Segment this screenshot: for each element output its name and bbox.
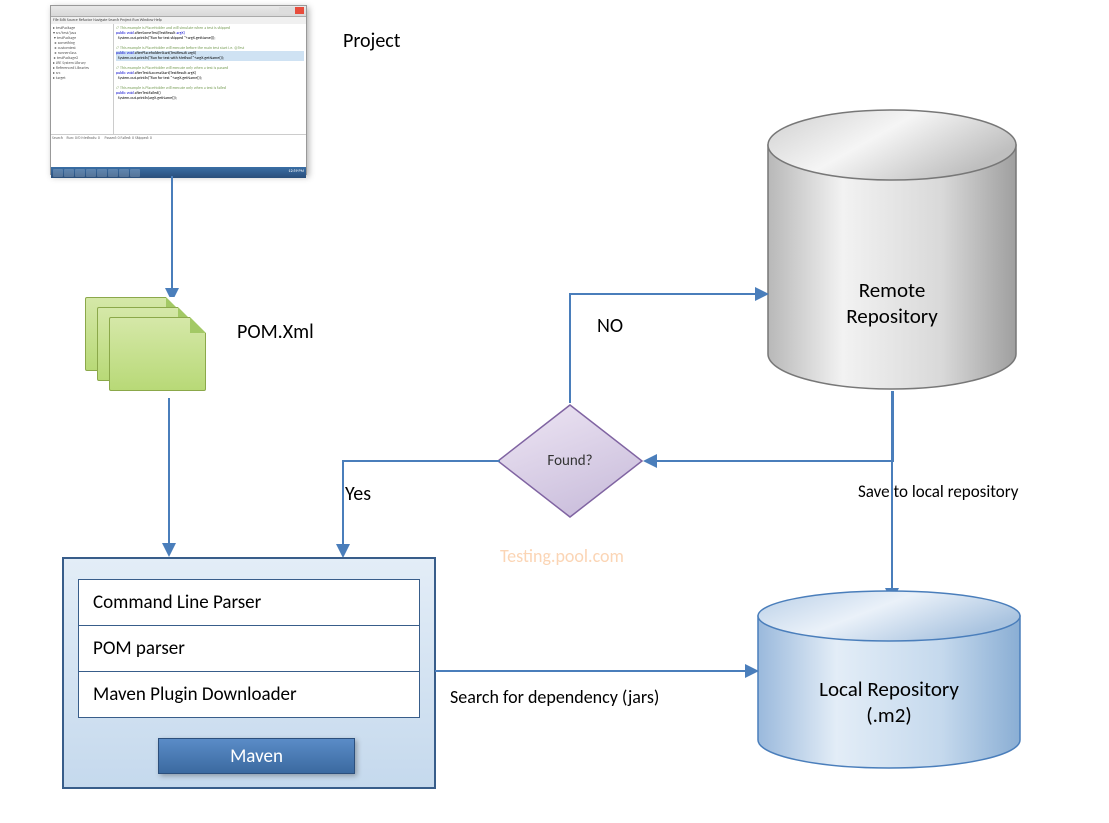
remote-repository: Remote Repository [765,107,1019,392]
local-repository: Local Repository (.m2) [755,588,1023,771]
watermark: Testing.pool.com [500,545,624,567]
project-label: Project [343,29,400,53]
maven-item-plugin: Maven Plugin Downloader [79,672,419,717]
arrow-no-vert [569,293,571,403]
save-label: Save to local repository [858,481,1018,502]
remote-repo-label: Remote Repository [829,277,956,329]
yes-label: Yes [345,482,371,506]
arrow-pom-to-maven [168,398,170,543]
pom-file-stack [85,297,220,402]
decision-found: Found? [496,403,644,519]
maven-item-pom: POM parser [79,626,419,672]
local-repo-label: Local Repository (.m2) [755,676,1023,728]
maven-item-cli: Command Line Parser [79,580,419,626]
arrow-remote-to-diamond-h [657,460,894,462]
search-label: Search for dependency (jars) [450,686,659,708]
pom-label: POM.Xml [237,320,314,344]
arrow-ide-to-pom [171,176,173,288]
ide-menubar: File Edit Source Refactor Navigate Searc… [51,17,306,24]
found-label: Found? [547,452,592,470]
maven-badge: Maven [158,738,355,774]
arrow-search-dep [435,670,745,672]
no-label: NO [597,314,623,338]
arrow-yes-vert [342,460,344,544]
maven-list: Command Line Parser POM parser Maven Plu… [78,579,420,718]
ide-screenshot: File Edit Source Refactor Navigate Searc… [50,5,307,175]
arrow-no-horiz [569,293,755,295]
maven-box: Command Line Parser POM parser Maven Plu… [62,557,436,789]
arrow-yes-horiz [342,460,500,462]
